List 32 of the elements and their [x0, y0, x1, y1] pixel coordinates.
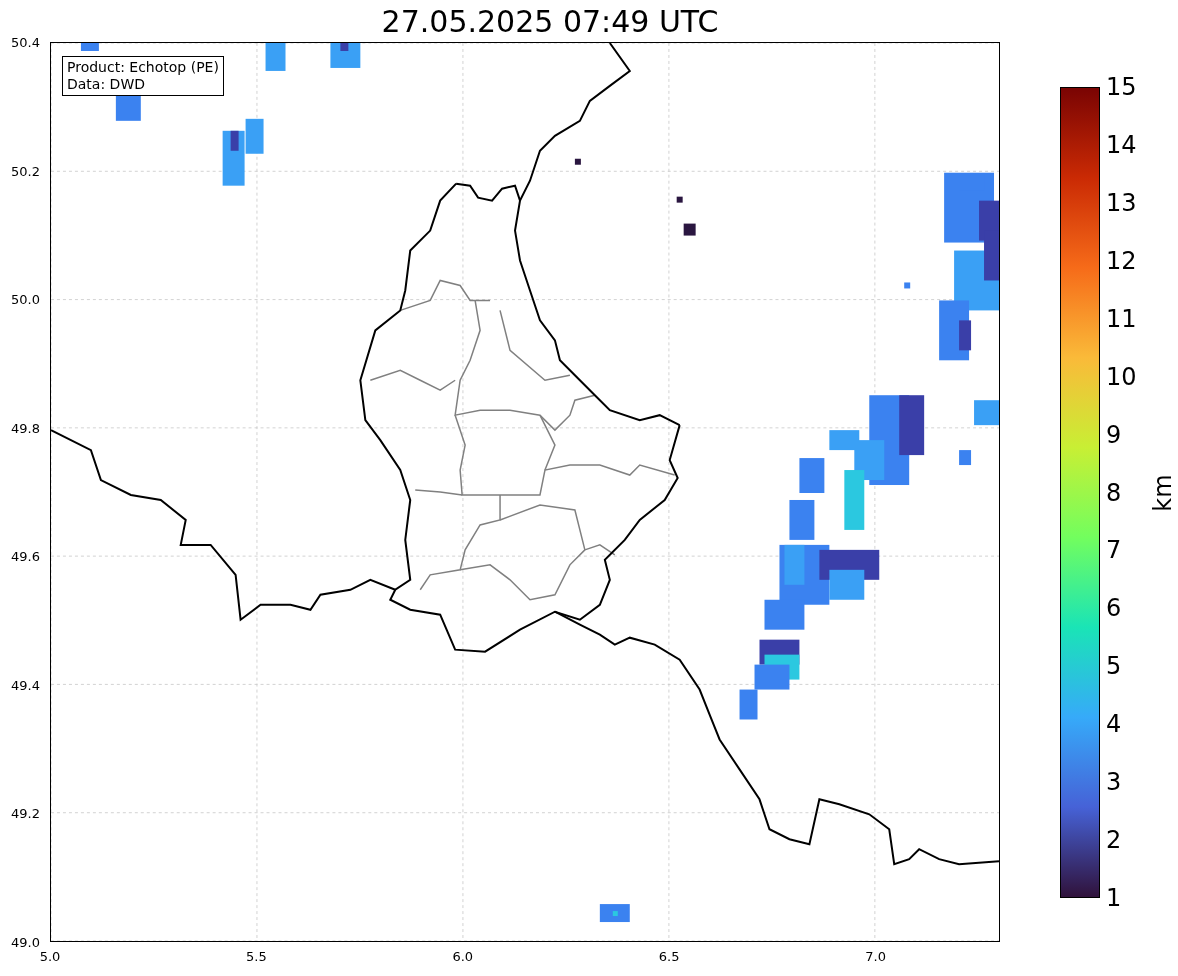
axis-tick-label: 5.5: [246, 950, 267, 963]
axis-tick-label: 49.2: [11, 806, 40, 820]
colorbar-tick-label: 12: [1106, 248, 1137, 273]
annotation-text: Data: DWD: [67, 76, 146, 93]
colorbar-tick-label: 11: [1106, 306, 1137, 331]
colorbar-tick-label: 9: [1106, 422, 1122, 447]
colorbar-tick-label: 1: [1106, 886, 1122, 910]
axis-tick-label: 50.2: [11, 164, 40, 178]
axis-tick-label: 6.0: [452, 950, 474, 963]
colorbar-tick-label: 10: [1106, 364, 1137, 389]
colorbar-label: km: [1150, 473, 1175, 512]
plot-title: 27.05.2025 07:49 UTC: [381, 3, 719, 41]
colorbar-tick-label: 13: [1106, 190, 1137, 215]
colorbar-tick-label: 2: [1106, 828, 1122, 853]
colorbar-tick-label: 15: [1106, 75, 1137, 99]
axis-tick-label: 50.4: [11, 35, 40, 49]
axis-tick-label: 7.0: [865, 950, 886, 963]
axis-tick-label: 6.5: [658, 950, 680, 963]
axis-tick-label: 49.0: [11, 935, 40, 949]
colorbar-tick-label: 8: [1106, 480, 1122, 505]
axis-tick-label: 49.8: [11, 421, 40, 435]
colorbar-tick-label: 4: [1106, 712, 1122, 737]
axis-tick-label: 49.6: [11, 549, 40, 563]
colorbar-tick-label: 7: [1106, 538, 1122, 563]
colorbar-tick-label: 5: [1106, 654, 1122, 679]
axis-tick-label: 50.0: [11, 292, 40, 306]
colorbar-tick-label: 6: [1106, 596, 1122, 621]
colorbar-tick-label: 14: [1106, 132, 1137, 157]
axis-tick-label: 49.4: [11, 678, 40, 692]
annotation-text: Product: Echotop (PE): [67, 59, 219, 76]
colorbar-tick-label: 3: [1106, 770, 1122, 795]
axis-tick-label: 5.0: [39, 950, 61, 963]
